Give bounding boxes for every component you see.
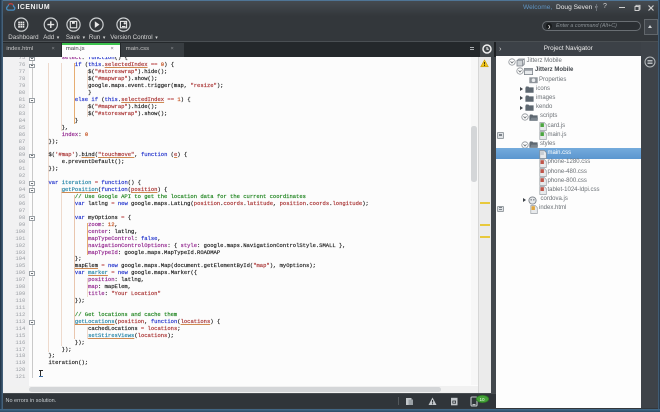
svg-text:10: 10 <box>480 397 486 402</box>
